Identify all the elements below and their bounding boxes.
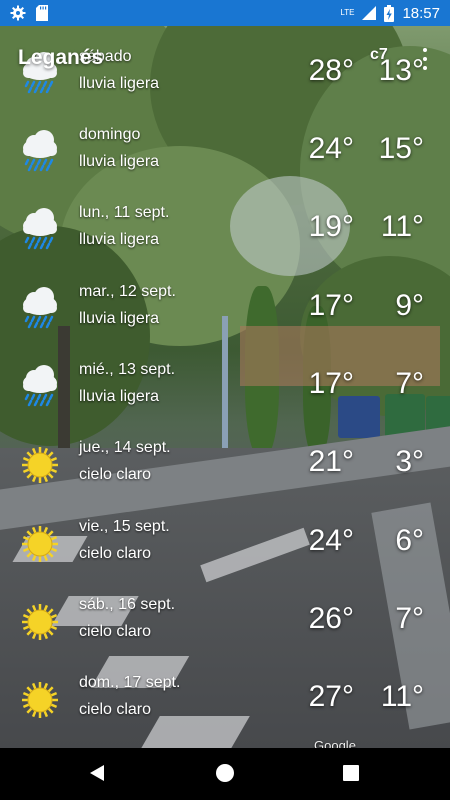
rain-cloud-icon: [20, 130, 60, 174]
forecast-low-temp: 6°: [395, 524, 424, 557]
forecast-row[interactable]: jue., 14 sept. cielo claro 21° 3°: [0, 433, 450, 511]
forecast-row[interactable]: sáb., 16 sept. cielo claro 26° 7°: [0, 590, 450, 668]
rain-cloud-icon: [20, 365, 60, 409]
rain-cloud-icon: [20, 287, 60, 331]
battery-icon: [384, 4, 395, 22]
forecast-condition: lluvia ligera: [79, 231, 160, 248]
sd-card-icon: [36, 5, 48, 21]
header-label: c7: [370, 46, 388, 63]
forecast-row[interactable]: dom., 17 sept. cielo claro 27° 11°: [0, 668, 450, 746]
forecast-low-temp: 3°: [395, 445, 424, 478]
app-header: Leganés c7: [0, 40, 450, 80]
forecast-condition: lluvia ligera: [79, 310, 160, 327]
forecast-low-temp: 15°: [378, 132, 424, 165]
forecast-high-temp: 21°: [308, 445, 354, 478]
forecast-condition: cielo claro: [79, 545, 152, 562]
forecast-low-temp: 7°: [395, 602, 424, 635]
forecast-high-temp: 19°: [308, 210, 354, 243]
recent-apps-icon[interactable]: [343, 765, 359, 781]
forecast-day: dom., 17 sept.: [79, 674, 181, 691]
city-title[interactable]: Leganés: [18, 46, 103, 70]
clock: 18:57: [402, 4, 440, 22]
navigation-bar: [0, 748, 450, 800]
forecast-day: mar., 12 sept.: [79, 283, 176, 300]
settings-icon: [10, 5, 26, 21]
network-type: LTE: [340, 8, 355, 17]
sun-icon: [20, 600, 60, 644]
forecast-high-temp: 17°: [308, 367, 354, 400]
forecast-high-temp: 24°: [308, 132, 354, 165]
forecast-row[interactable]: vie., 15 sept. cielo claro 24° 6°: [0, 512, 450, 590]
forecast-high-temp: 26°: [308, 602, 354, 635]
forecast-low-temp: 11°: [380, 680, 424, 713]
forecast-high-temp: 24°: [308, 524, 354, 557]
forecast-day: lun., 11 sept.: [79, 204, 170, 221]
forecast-high-temp: 27°: [308, 680, 354, 713]
forecast-day: sáb., 16 sept.: [79, 596, 176, 613]
forecast-day: vie., 15 sept.: [79, 518, 170, 535]
forecast-day: jue., 14 sept.: [79, 439, 171, 456]
forecast-low-temp: 11°: [380, 210, 424, 243]
forecast-low-temp: 7°: [395, 367, 424, 400]
forecast-high-temp: 17°: [308, 289, 354, 322]
forecast-condition: lluvia ligera: [79, 388, 160, 405]
forecast-row[interactable]: mié., 13 sept. lluvia ligera 17° 7°: [0, 355, 450, 433]
forecast-condition: cielo claro: [79, 466, 152, 483]
home-icon[interactable]: [216, 764, 234, 782]
forecast-day: domingo: [79, 126, 141, 143]
sun-icon: [20, 678, 60, 722]
forecast-row[interactable]: lun., 11 sept. lluvia ligera 19° 11°: [0, 198, 450, 276]
forecast-condition: cielo claro: [79, 701, 152, 718]
forecast-row[interactable]: mar., 12 sept. lluvia ligera 17° 9°: [0, 277, 450, 355]
forecast-condition: cielo claro: [79, 623, 152, 640]
signal-icon: [362, 6, 377, 20]
more-vert-icon[interactable]: [418, 48, 432, 70]
rain-cloud-icon: [20, 208, 60, 252]
sun-icon: [20, 443, 60, 487]
status-bar: LTE 18:57: [0, 0, 450, 26]
forecast-condition: lluvia ligera: [79, 153, 160, 170]
forecast-row[interactable]: domingo lluvia ligera 24° 15°: [0, 120, 450, 198]
forecast-low-temp: 9°: [395, 289, 424, 322]
forecast-day: mié., 13 sept.: [79, 361, 176, 378]
sun-icon: [20, 522, 60, 566]
back-icon[interactable]: [90, 765, 104, 781]
